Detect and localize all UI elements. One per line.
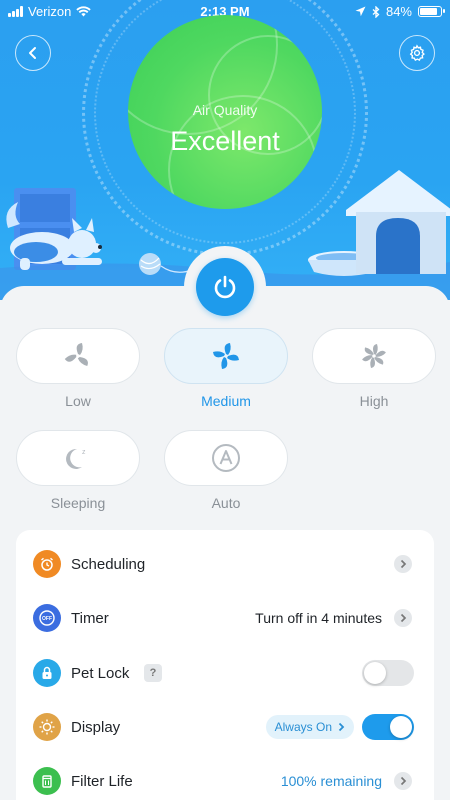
mode-medium-label: Medium	[201, 393, 251, 409]
display-label: Display	[71, 718, 121, 736]
moon-icon: z	[66, 448, 86, 469]
mode-high-pill	[312, 328, 436, 384]
gear-icon	[409, 44, 425, 62]
dog-house-illustration	[346, 170, 450, 274]
pet-lock-row: Pet Lock ?	[16, 646, 434, 700]
display-row: Display Always On	[16, 700, 434, 754]
mode-auto-label: Auto	[211, 495, 241, 511]
chevron-right-icon	[394, 772, 412, 790]
location-arrow-icon	[355, 6, 366, 17]
fan-high-icon	[362, 344, 386, 368]
pet-lock-label: Pet Lock	[71, 664, 130, 682]
alarm-clock-icon	[33, 550, 61, 578]
pet-lock-toggle[interactable]	[362, 660, 414, 686]
mode-auto-button[interactable]: Auto	[164, 430, 288, 511]
mode-low-button[interactable]: Low	[16, 328, 140, 409]
battery-icon	[418, 6, 445, 17]
brightness-icon	[33, 713, 61, 741]
mode-sleeping-pill: z	[16, 430, 140, 486]
settings-button[interactable]	[399, 35, 435, 71]
mode-auto-pill	[164, 430, 288, 486]
chevron-right-icon	[338, 722, 345, 732]
battery-percent: 84%	[385, 4, 412, 19]
fan-low-icon	[64, 343, 88, 366]
fan-medium-icon	[213, 343, 239, 369]
mode-low-pill	[16, 328, 140, 384]
mode-high-label: High	[359, 393, 389, 409]
power-icon	[214, 275, 236, 299]
filter-life-row[interactable]: Filter Life 100% remaining	[16, 754, 434, 800]
auto-icon	[212, 444, 240, 472]
svg-text:OFF: OFF	[42, 616, 52, 622]
scheduling-label: Scheduling	[71, 555, 146, 573]
filter-life-label: Filter Life	[71, 772, 133, 790]
mode-high-button[interactable]: High	[312, 328, 436, 409]
help-icon[interactable]: ?	[144, 664, 162, 682]
mode-medium-pill	[164, 328, 288, 384]
mode-low-label: Low	[65, 393, 91, 409]
scheduling-row[interactable]: Scheduling	[16, 537, 434, 591]
chevron-right-icon	[394, 609, 412, 627]
filter-icon	[33, 767, 61, 795]
power-button[interactable]	[196, 258, 254, 316]
mode-sleeping-label: Sleeping	[50, 495, 106, 511]
mode-medium-button[interactable]: Medium	[164, 328, 288, 409]
lock-icon	[33, 659, 61, 687]
display-toggle[interactable]	[362, 714, 414, 740]
timer-value: Turn off in 4 minutes	[255, 610, 382, 626]
bluetooth-icon	[372, 5, 380, 18]
mode-sleeping-button[interactable]: z Sleeping	[16, 430, 140, 511]
air-quality-label: Air Quality	[192, 102, 258, 118]
chevron-right-icon	[394, 555, 412, 573]
display-mode-badge[interactable]: Always On	[265, 715, 354, 739]
filter-life-value: 100% remaining	[280, 773, 382, 789]
display-mode-value: Always On	[274, 720, 332, 734]
timer-row[interactable]: OFF Timer Turn off in 4 minutes	[16, 591, 434, 645]
svg-text:z: z	[82, 449, 86, 456]
timer-off-icon: OFF	[33, 604, 61, 632]
settings-card: Scheduling OFF Timer Turn off in 4 minut…	[16, 530, 434, 800]
timer-label: Timer	[71, 609, 109, 627]
